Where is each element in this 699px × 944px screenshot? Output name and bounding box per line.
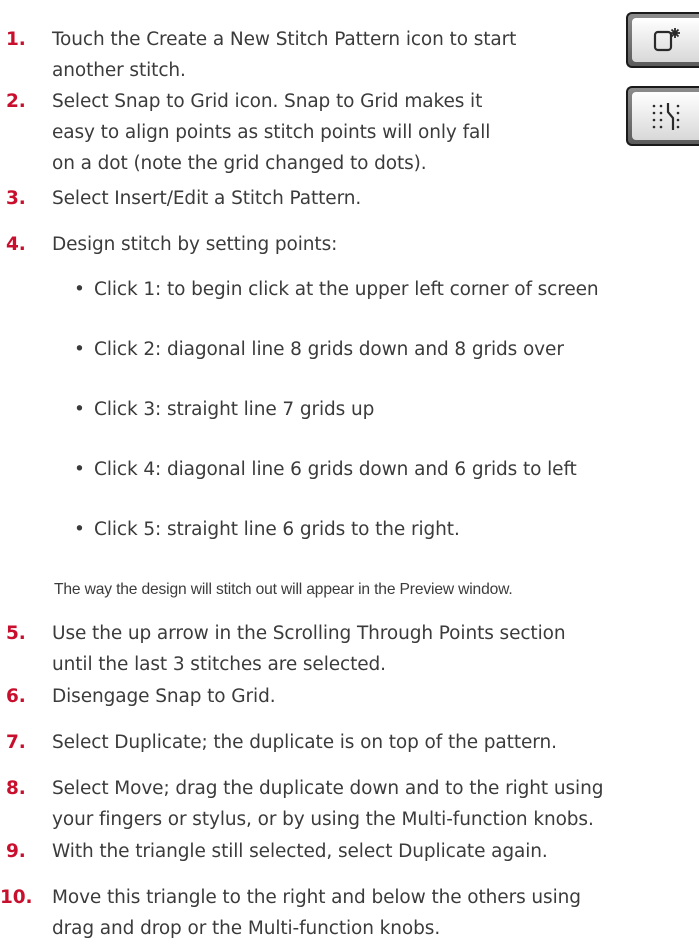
step-text-line: easy to align points as stitch points wi… [52, 122, 491, 143]
step-number: 9. [6, 841, 26, 862]
bullet-text: Click 5: straight line 6 grids to the ri… [94, 519, 460, 540]
bullet-item: • Click 5: straight line 6 grids to the r… [74, 514, 460, 545]
bullet-dot: • [74, 279, 85, 300]
create-new-stitch-pattern-button[interactable] [626, 12, 699, 68]
step-number: 1. [6, 29, 26, 50]
step-number: 4. [6, 234, 26, 255]
bullet-dot: • [74, 459, 85, 480]
step-number: 5. [6, 623, 26, 644]
step-text-line: Touch the Create a New Stitch Pattern ic… [52, 29, 517, 50]
step-text-line: Use the up arrow in the Scrolling Throug… [52, 623, 566, 644]
step-text-line: drag and drop or the Multi-function knob… [52, 918, 441, 939]
bullet-text: Click 3: straight line 7 grids up [94, 399, 375, 420]
snap-to-grid-button[interactable] [626, 86, 699, 146]
bullet-item: • Click 2: diagonal line 8 grids down and… [74, 334, 564, 365]
step-text-line: your fingers or stylus, or by using the … [52, 809, 594, 830]
step-text-line: Select Snap to Grid icon. Snap to Grid m… [52, 91, 483, 112]
step-text-line: With the triangle still selected, select… [52, 841, 548, 862]
bullet-text: Click 1: to begin click at the upper lef… [94, 279, 599, 300]
step-text-line: Select Move; drag the duplicate down and… [52, 778, 604, 799]
create-new-stitch-pattern-icon [651, 26, 681, 54]
step-text-line: Design stitch by setting points: [52, 234, 338, 255]
step-text-line: another stitch. [52, 60, 186, 81]
step-text-line: on a dot (note the grid changed to dots)… [52, 153, 427, 174]
bullet-item: • Click 4: diagonal line 6 grids down and… [74, 454, 577, 485]
bullet-item: • Click 1: to begin click at the upper le… [74, 274, 599, 305]
step-text-line: Select Insert/Edit a Stitch Pattern. [52, 188, 362, 209]
step-number: 6. [6, 686, 26, 707]
step-text-line: Disengage Snap to Grid. [52, 686, 276, 707]
step-text-line: Select Duplicate; the duplicate is on to… [52, 732, 557, 753]
bullet-dot: • [74, 399, 85, 420]
step-number: 10. [0, 887, 33, 908]
bullet-item: • Click 3: straight line 7 grids up [74, 394, 374, 425]
step-text-line: until the last 3 stitches are selected. [52, 654, 386, 675]
step-text-line: Move this triangle to the right and belo… [52, 887, 581, 908]
bullet-text: Click 2: diagonal line 8 grids down and … [94, 339, 564, 360]
step-number: 7. [6, 732, 26, 753]
step-number: 8. [6, 778, 26, 799]
bullet-dot: • [74, 519, 85, 540]
bullet-dot: • [74, 339, 85, 360]
bullet-text: Click 4: diagonal line 6 grids down and … [94, 459, 577, 480]
step-number: 2. [6, 91, 26, 112]
snap-to-grid-icon [649, 100, 683, 132]
preview-note: The way the design will stitch out will … [54, 581, 513, 598]
step-number: 3. [6, 188, 26, 209]
